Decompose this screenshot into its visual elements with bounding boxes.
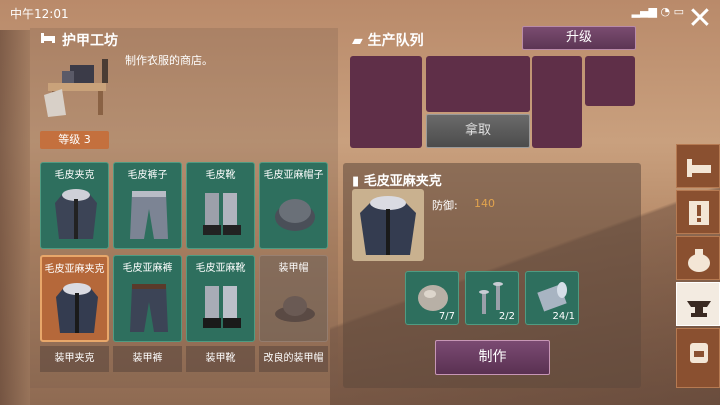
material-nails[interactable]: 2/2 [465, 271, 519, 325]
status-bar: 中午12:01 [0, 0, 720, 26]
locked-item-label[interactable]: 装甲夹克 [40, 346, 109, 372]
status-time: 中午12:01 [10, 7, 69, 21]
tab-furniture[interactable] [676, 144, 720, 188]
item-label: 毛皮靴 [205, 170, 236, 181]
fur-boots-icon [203, 193, 241, 235]
linen-boots-icon [203, 286, 241, 328]
sack-icon [688, 249, 710, 272]
tab-crafting[interactable] [676, 282, 720, 326]
item-label: 毛皮亚麻靴 [195, 263, 246, 274]
close-icon: ✕ [687, 1, 713, 36]
item-label: 毛皮裤子 [127, 170, 168, 181]
detail-title: ▮ 毛皮亚麻夹克 [352, 170, 442, 189]
item-label: 毛皮亚麻裤 [122, 263, 173, 274]
craft-button[interactable]: 制作 [435, 340, 550, 375]
item-fur-hat[interactable]: 毛皮亚麻帽子 [259, 162, 328, 249]
shop-description: 制作衣服的商店。 [125, 54, 213, 67]
item-label: 毛皮亚麻帽子 [263, 170, 324, 181]
queue-slot-4[interactable] [532, 56, 582, 148]
queue-icon: ▰ [352, 33, 368, 49]
item-fur-boots[interactable]: 毛皮靴 [186, 162, 255, 249]
item-label: 装甲帽 [278, 263, 309, 274]
queue-title: ▰ 生产队列 [352, 30, 424, 50]
material-fabric[interactable]: 24/1 [525, 271, 579, 325]
locked-item-label[interactable]: 装甲靴 [186, 346, 255, 372]
material-count: 24/1 [552, 311, 575, 322]
linen-jacket-icon [56, 283, 98, 333]
item-linen-jacket[interactable]: 毛皮亚麻夹克 [40, 255, 109, 342]
defense-value: 140 [474, 197, 495, 210]
item-linen-pants[interactable]: 毛皮亚麻裤 [113, 255, 182, 342]
item-label: 毛皮夹克 [54, 170, 95, 181]
item-fur-pants[interactable]: 毛皮裤子 [113, 162, 182, 249]
upgrade-button[interactable]: 升级 [522, 26, 636, 50]
linen-pants-icon [130, 284, 168, 332]
item-linen-boots[interactable]: 毛皮亚麻靴 [186, 255, 255, 342]
linen-jacket-icon [360, 196, 416, 255]
material-count: 2/2 [498, 311, 515, 322]
fur-hat-icon [275, 199, 315, 231]
status-icons: ▂▄▆ ◔ ▭ [631, 5, 684, 18]
alert-book-icon [689, 201, 709, 225]
defense-label: 防御: [432, 199, 458, 212]
backpack-icon [690, 343, 708, 363]
workbench-icon [40, 55, 115, 120]
shop-title: 护甲工坊 [40, 30, 118, 50]
item-label: 毛皮亚麻夹克 [44, 264, 105, 275]
level-badge: 等级 3 [40, 131, 109, 149]
item-armored-hat[interactable]: 装甲帽 [259, 255, 328, 342]
detail-item-image [352, 189, 424, 261]
queue-slot-3[interactable] [480, 56, 530, 112]
locked-item-label[interactable]: 装甲裤 [113, 346, 182, 372]
queue-title-text: 生产队列 [367, 33, 424, 49]
material-stone[interactable]: 7/7 [405, 271, 459, 325]
fur-pants-icon [130, 191, 168, 239]
background-rock [0, 30, 30, 405]
tab-backpack[interactable] [676, 328, 720, 388]
queue-slot-1[interactable] [350, 56, 422, 148]
shop-title-text: 护甲工坊 [62, 33, 118, 49]
item-fur-jacket[interactable]: 毛皮夹克 [40, 162, 109, 249]
tab-quests[interactable] [676, 190, 720, 234]
detail-title-text: 毛皮亚麻夹克 [363, 174, 442, 189]
tab-resources[interactable] [676, 236, 720, 280]
queue-slot-5[interactable] [585, 56, 635, 106]
book-icon: ▮ [352, 174, 364, 189]
close-button[interactable]: ✕ [686, 4, 714, 34]
anvil-icon [687, 301, 711, 317]
locked-item-label[interactable]: 改良的装甲帽 [259, 346, 328, 372]
bed-icon [687, 159, 711, 177]
take-button[interactable]: 拿取 [426, 114, 530, 148]
material-count: 7/7 [438, 311, 455, 322]
fur-jacket-icon [55, 189, 97, 239]
bed-icon [40, 31, 56, 49]
armored-hat-icon [275, 296, 315, 322]
